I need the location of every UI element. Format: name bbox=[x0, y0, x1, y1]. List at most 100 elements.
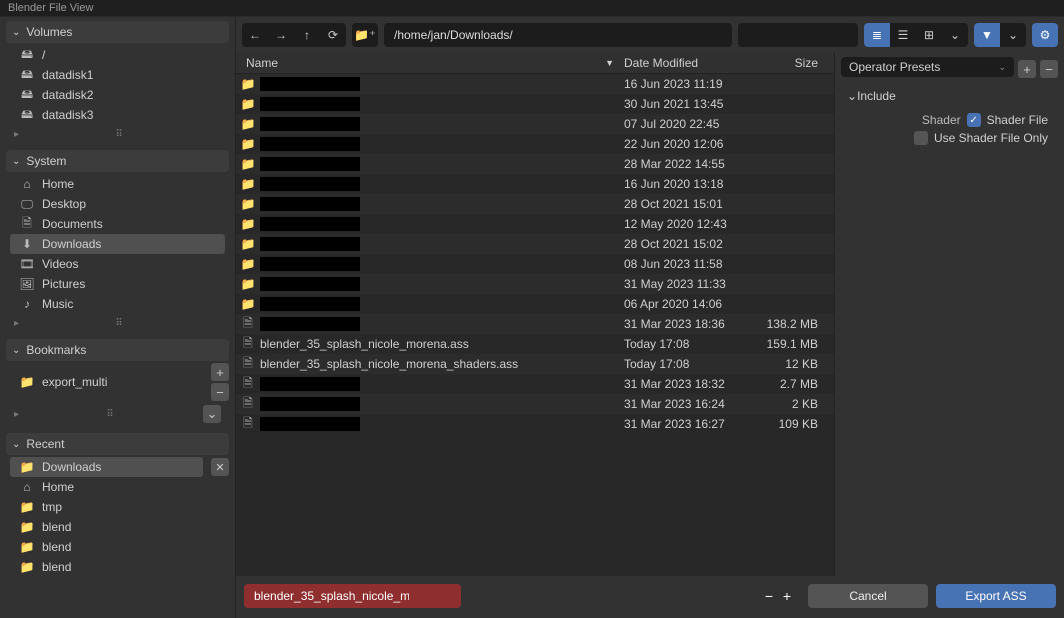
system-item-videos[interactable]: 🎞Videos bbox=[10, 254, 225, 274]
back-button[interactable]: ← bbox=[242, 23, 268, 47]
bookmark-item[interactable]: 📁 export_multi bbox=[10, 372, 207, 392]
settings-button[interactable]: ⚙ bbox=[1032, 23, 1058, 47]
file-row[interactable]: 📁.30 Jun 2021 13:45 bbox=[236, 94, 834, 114]
file-row[interactable]: 🗎.31 Mar 2023 18:36138.2 MB bbox=[236, 314, 834, 334]
system-item-pictures[interactable]: 🖼Pictures bbox=[10, 274, 225, 294]
view-detail-button[interactable]: ☰ bbox=[890, 23, 916, 47]
remove-recent-button[interactable]: ✕ bbox=[211, 458, 229, 476]
file-date: 22 Jun 2020 12:06 bbox=[624, 137, 754, 151]
preset-add-button[interactable]: + bbox=[1018, 60, 1036, 78]
file-row[interactable]: 📁.31 May 2023 11:33 bbox=[236, 274, 834, 294]
disk-icon: 🖴 bbox=[18, 65, 36, 86]
file-size: 138.2 MB bbox=[754, 317, 834, 331]
system-label: Downloads bbox=[42, 237, 101, 251]
file-row[interactable]: 📁.08 Jun 2023 11:58 bbox=[236, 254, 834, 274]
column-name[interactable]: Name ▼ bbox=[236, 56, 624, 70]
recent-label: tmp bbox=[42, 500, 62, 514]
folder-icon: 📁 bbox=[236, 137, 260, 151]
disk-icon: 🖴 bbox=[18, 45, 36, 66]
system-item-desktop[interactable]: 🖵Desktop bbox=[10, 194, 225, 214]
redacted-name: . bbox=[260, 177, 360, 191]
recent-item[interactable]: 📁blend bbox=[10, 517, 225, 537]
recent-item[interactable]: 📁blend bbox=[10, 537, 225, 557]
file-date: 31 Mar 2023 18:32 bbox=[624, 377, 754, 391]
bookmarks-header[interactable]: ⌄ Bookmarks bbox=[6, 339, 229, 361]
file-row[interactable]: 📁.28 Oct 2021 15:02 bbox=[236, 234, 834, 254]
file-size: 159.1 MB bbox=[754, 337, 834, 351]
increment-button[interactable]: + bbox=[780, 588, 794, 604]
operator-presets-dropdown[interactable]: Operator Presets ⌄ bbox=[841, 57, 1014, 77]
recent-item[interactable]: 📁Downloads bbox=[10, 457, 203, 477]
system-header[interactable]: ⌄ System bbox=[6, 150, 229, 172]
new-folder-button[interactable]: 📁⁺ bbox=[352, 23, 378, 47]
volume-item[interactable]: 🖴/ bbox=[10, 45, 225, 65]
view-grid-button[interactable]: ⊞ bbox=[916, 23, 942, 47]
recent-item[interactable]: 📁tmp bbox=[10, 497, 225, 517]
file-row[interactable]: 🗎blender_35_splash_nicole_morena.assToda… bbox=[236, 334, 834, 354]
system-label: Desktop bbox=[42, 197, 86, 211]
file-row[interactable]: 🗎.31 Mar 2023 18:322.7 MB bbox=[236, 374, 834, 394]
system-item-home[interactable]: ⌂Home bbox=[10, 174, 225, 194]
filename-input[interactable] bbox=[244, 584, 461, 608]
cancel-button[interactable]: Cancel bbox=[808, 584, 928, 608]
redacted-name: . bbox=[260, 237, 360, 251]
system-item-music[interactable]: ♪Music bbox=[10, 294, 225, 314]
redacted-name: . bbox=[260, 317, 360, 331]
include-header[interactable]: ⌄ Include bbox=[841, 85, 1058, 107]
file-row[interactable]: 📁.28 Oct 2021 15:01 bbox=[236, 194, 834, 214]
export-button[interactable]: Export ASS bbox=[936, 584, 1056, 608]
file-row[interactable]: 📁.06 Apr 2020 14:06 bbox=[236, 294, 834, 314]
system-item-documents[interactable]: 🗎Documents bbox=[10, 214, 225, 234]
file-row[interactable]: 🗎.31 Mar 2023 16:242 KB bbox=[236, 394, 834, 414]
file-date: 16 Jun 2020 13:18 bbox=[624, 177, 754, 191]
file-icon: 🗎 bbox=[236, 394, 260, 415]
grip-icon[interactable]: ⠿ bbox=[115, 129, 124, 140]
shader-file-checkbox[interactable]: ✓ bbox=[967, 113, 981, 127]
file-row[interactable]: 📁.16 Jun 2020 13:18 bbox=[236, 174, 834, 194]
chevron-down-icon: ⌄ bbox=[12, 439, 20, 450]
volume-item[interactable]: 🖴datadisk3 bbox=[10, 105, 225, 125]
preset-remove-button[interactable]: − bbox=[1040, 60, 1058, 78]
recent-label: blend bbox=[42, 520, 71, 534]
volume-item[interactable]: 🖴datadisk1 bbox=[10, 65, 225, 85]
forward-button[interactable]: → bbox=[268, 23, 294, 47]
folder-icon: 📁 bbox=[236, 157, 260, 171]
recent-header[interactable]: ⌄ Recent bbox=[6, 433, 229, 455]
search-input[interactable] bbox=[738, 23, 858, 47]
menu-button[interactable]: ⌄ bbox=[203, 405, 221, 423]
path-input[interactable] bbox=[384, 23, 732, 47]
file-row[interactable]: 🗎.31 Mar 2023 16:27109 KB bbox=[236, 414, 834, 434]
file-row[interactable]: 🗎blender_35_splash_nicole_morena_shaders… bbox=[236, 354, 834, 374]
chevron-down-icon: ⌄ bbox=[12, 27, 20, 38]
volumes-header[interactable]: ⌄ Volumes bbox=[6, 21, 229, 43]
grip-icon[interactable]: ⠿ bbox=[115, 318, 124, 329]
file-row[interactable]: 📁.16 Jun 2023 11:19 bbox=[236, 74, 834, 94]
view-dropdown[interactable]: ⌄ bbox=[942, 23, 968, 47]
add-bookmark-button[interactable]: + bbox=[211, 363, 229, 381]
system-item-downloads[interactable]: ⬇Downloads bbox=[10, 234, 225, 254]
grip-icon[interactable]: ⠿ bbox=[106, 409, 115, 420]
column-size[interactable]: Size bbox=[754, 56, 834, 70]
volume-item[interactable]: 🖴datadisk2 bbox=[10, 85, 225, 105]
triangle-icon[interactable]: ▸ bbox=[14, 129, 19, 140]
system-label: System bbox=[26, 154, 66, 168]
remove-bookmark-button[interactable]: − bbox=[211, 383, 229, 401]
column-date[interactable]: Date Modified bbox=[624, 56, 754, 70]
filter-dropdown[interactable]: ⌄ bbox=[1000, 23, 1026, 47]
file-row[interactable]: 📁.22 Jun 2020 12:06 bbox=[236, 134, 834, 154]
file-name: blender_35_splash_nicole_morena_shaders.… bbox=[260, 357, 518, 371]
refresh-button[interactable]: ⟳ bbox=[320, 23, 346, 47]
use-only-checkbox[interactable] bbox=[914, 131, 928, 145]
triangle-icon[interactable]: ▸ bbox=[14, 318, 19, 329]
file-row[interactable]: 📁.07 Jul 2020 22:45 bbox=[236, 114, 834, 134]
view-list-button[interactable]: ≣ bbox=[864, 23, 890, 47]
up-button[interactable]: ↑ bbox=[294, 23, 320, 47]
recent-item[interactable]: ⌂Home bbox=[10, 477, 225, 497]
file-date: 30 Jun 2021 13:45 bbox=[624, 97, 754, 111]
filter-button[interactable]: ▼ bbox=[974, 23, 1000, 47]
decrement-button[interactable]: − bbox=[762, 588, 776, 604]
triangle-icon[interactable]: ▸ bbox=[14, 409, 19, 420]
file-row[interactable]: 📁.12 May 2020 12:43 bbox=[236, 214, 834, 234]
file-row[interactable]: 📁.28 Mar 2022 14:55 bbox=[236, 154, 834, 174]
recent-item[interactable]: 📁blend bbox=[10, 557, 225, 577]
